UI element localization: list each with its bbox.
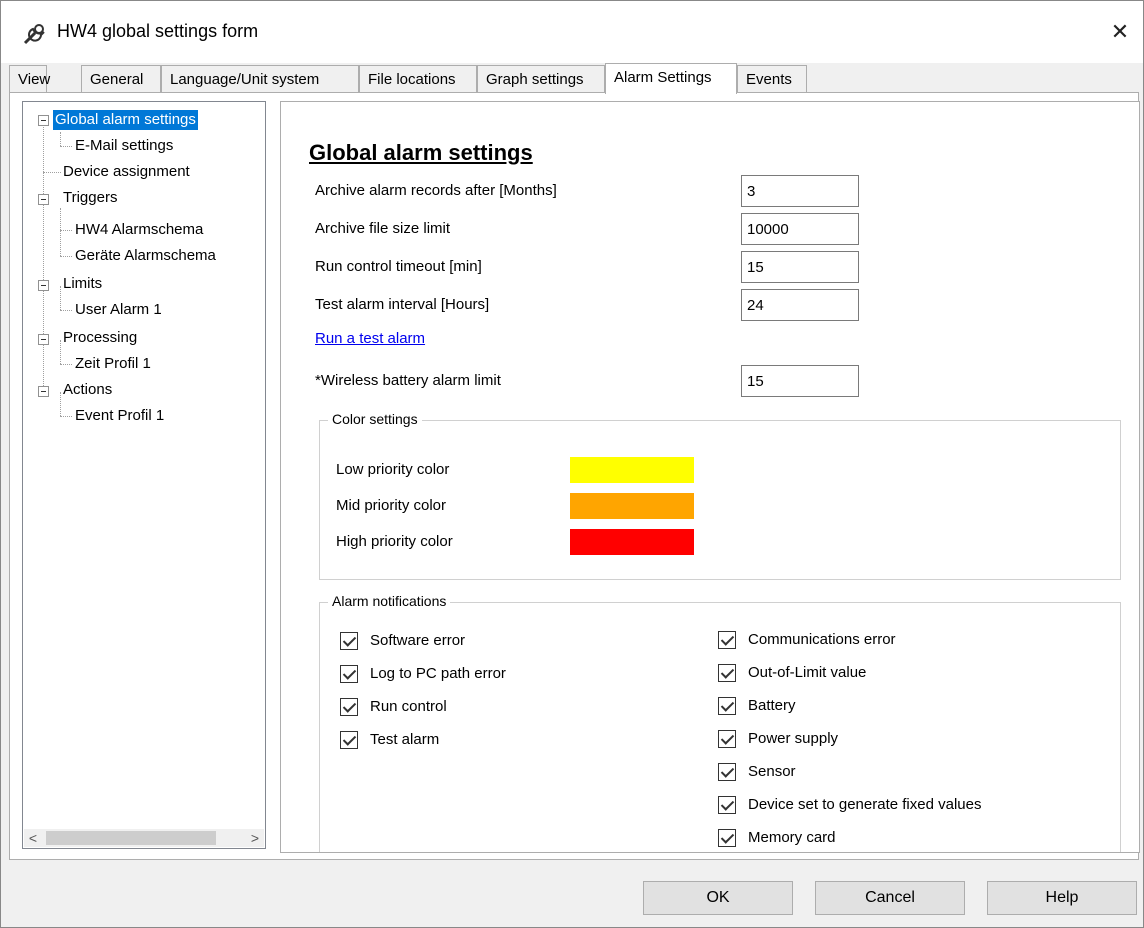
scrollbar-thumb[interactable] xyxy=(46,831,216,845)
tree-item-actions[interactable]: Actions xyxy=(63,380,112,400)
color-settings-legend: Color settings xyxy=(328,411,422,427)
tab-label: Language/Unit system xyxy=(170,71,320,88)
checkbox-label: Out-of-Limit value xyxy=(748,664,867,681)
tab-general[interactable]: General xyxy=(81,65,161,93)
archive-months-label: Archive alarm records after [Months] xyxy=(315,182,557,199)
close-icon: ✕ xyxy=(1110,19,1130,44)
checkbox-checked-icon xyxy=(340,665,358,683)
settings-window: HW4 global settings form ✕ View General … xyxy=(0,0,1144,928)
collapse-icon[interactable] xyxy=(38,386,49,397)
checkbox-label: Run control xyxy=(370,698,447,715)
mid-priority-swatch[interactable] xyxy=(570,493,694,519)
archive-months-input[interactable] xyxy=(741,175,859,207)
wrench-icon xyxy=(23,24,45,45)
test-alarm-interval-label: Test alarm interval [Hours] xyxy=(315,296,490,313)
tab-file-locations[interactable]: File locations xyxy=(359,65,477,93)
alarm-settings-panel: Global alarm settings E-Mail settings De… xyxy=(9,92,1140,860)
tree-item-zeit-profil-1[interactable]: Zeit Profil 1 xyxy=(75,354,151,374)
checkbox-label: Test alarm xyxy=(370,731,440,748)
scroll-right-icon[interactable]: > xyxy=(246,829,264,847)
checkbox-checked-icon xyxy=(340,731,358,749)
tree-item-limits[interactable]: Limits xyxy=(63,274,102,294)
close-button[interactable]: ✕ xyxy=(1097,7,1143,57)
collapse-icon[interactable] xyxy=(38,280,49,291)
tree-item-event-profil-1[interactable]: Event Profil 1 xyxy=(75,406,164,426)
checkbox-label: Power supply xyxy=(748,730,839,747)
tree-item-device-assignment[interactable]: Device assignment xyxy=(63,162,190,182)
tab-label: Events xyxy=(746,71,792,88)
tree-item-global-alarm-settings[interactable]: Global alarm settings xyxy=(52,109,199,131)
alarm-notifications-legend: Alarm notifications xyxy=(328,593,451,609)
tab-label: File locations xyxy=(368,71,456,88)
settings-tree[interactable]: Global alarm settings E-Mail settings De… xyxy=(22,101,266,849)
tree-item-user-alarm-1[interactable]: User Alarm 1 xyxy=(75,300,162,320)
checkbox-checked-icon xyxy=(718,829,736,847)
tab-label: Graph settings xyxy=(486,71,584,88)
checkbox-checked-icon xyxy=(718,631,736,649)
checkbox-checked-icon xyxy=(340,632,358,650)
tab-alarm-settings[interactable]: Alarm Settings xyxy=(605,63,737,94)
checkbox-checked-icon xyxy=(340,698,358,716)
checkbox-checked-icon xyxy=(718,730,736,748)
low-priority-label: Low priority color xyxy=(336,461,450,478)
high-priority-label: High priority color xyxy=(336,533,453,550)
page-title: Global alarm settings xyxy=(309,140,533,165)
collapse-icon[interactable] xyxy=(38,115,49,126)
archive-size-input[interactable] xyxy=(741,213,859,245)
wireless-battery-input[interactable] xyxy=(741,365,859,397)
checkbox-checked-icon xyxy=(718,763,736,781)
title-bar: HW4 global settings form ✕ xyxy=(1,1,1143,63)
wireless-battery-label: *Wireless battery alarm limit xyxy=(315,372,501,389)
tree-item-hw4-alarmschema[interactable]: HW4 Alarmschema xyxy=(75,220,203,240)
run-test-alarm-link[interactable]: Run a test alarm xyxy=(315,330,425,347)
checkbox-checked-icon xyxy=(718,796,736,814)
help-button[interactable]: Help xyxy=(987,881,1137,915)
checkbox-label: Device set to generate fixed values xyxy=(748,796,982,813)
checkbox-label: Log to PC path error xyxy=(370,665,506,682)
collapse-icon[interactable] xyxy=(38,334,49,345)
global-alarm-settings-pane: Global alarm settings Archive alarm reco… xyxy=(280,101,1140,853)
checkbox-checked-icon xyxy=(718,664,736,682)
tab-label: View xyxy=(18,71,51,88)
tab-label: Alarm Settings xyxy=(614,69,712,86)
scroll-left-icon[interactable]: < xyxy=(24,829,42,847)
tree-item-triggers[interactable]: Triggers xyxy=(63,188,117,208)
tab-strip: View General Language/Unit system File l… xyxy=(9,63,1139,94)
tree-horizontal-scrollbar[interactable]: < > xyxy=(24,829,264,847)
color-settings-group: Color settings Low priority color Mid pr… xyxy=(319,411,1121,580)
collapse-icon[interactable] xyxy=(38,194,49,205)
tree-item-processing[interactable]: Processing xyxy=(63,328,137,348)
mid-priority-label: Mid priority color xyxy=(336,497,447,514)
window-title: HW4 global settings form xyxy=(57,21,259,41)
tab-graph-settings[interactable]: Graph settings xyxy=(477,65,605,93)
checkbox-label: Sensor xyxy=(748,763,796,780)
checkbox-label: Battery xyxy=(748,697,796,714)
tab-view[interactable]: View xyxy=(9,65,51,93)
run-control-timeout-label: Run control timeout [min] xyxy=(315,258,482,275)
alarm-notifications-group: Alarm notifications Software error Log t… xyxy=(319,593,1121,852)
tab-label: General xyxy=(90,71,144,88)
archive-size-label: Archive file size limit xyxy=(315,220,451,237)
tab-events[interactable]: Events xyxy=(737,65,807,93)
tab-language-unit-system[interactable]: Language/Unit system xyxy=(161,65,359,93)
tree-item-geraete-alarmschema[interactable]: Geräte Alarmschema xyxy=(75,246,216,266)
test-alarm-interval-input[interactable] xyxy=(741,289,859,321)
low-priority-swatch[interactable] xyxy=(570,457,694,483)
checkbox-label: Software error xyxy=(370,632,466,649)
high-priority-swatch[interactable] xyxy=(570,529,694,555)
tree-item-email-settings[interactable]: E-Mail settings xyxy=(75,136,173,156)
ok-button[interactable]: OK xyxy=(643,881,793,915)
checkbox-label: Communications error xyxy=(748,631,896,648)
cancel-button[interactable]: Cancel xyxy=(815,881,965,915)
run-control-timeout-input[interactable] xyxy=(741,251,859,283)
checkbox-checked-icon xyxy=(718,697,736,715)
checkbox-label: Memory card xyxy=(748,829,836,846)
